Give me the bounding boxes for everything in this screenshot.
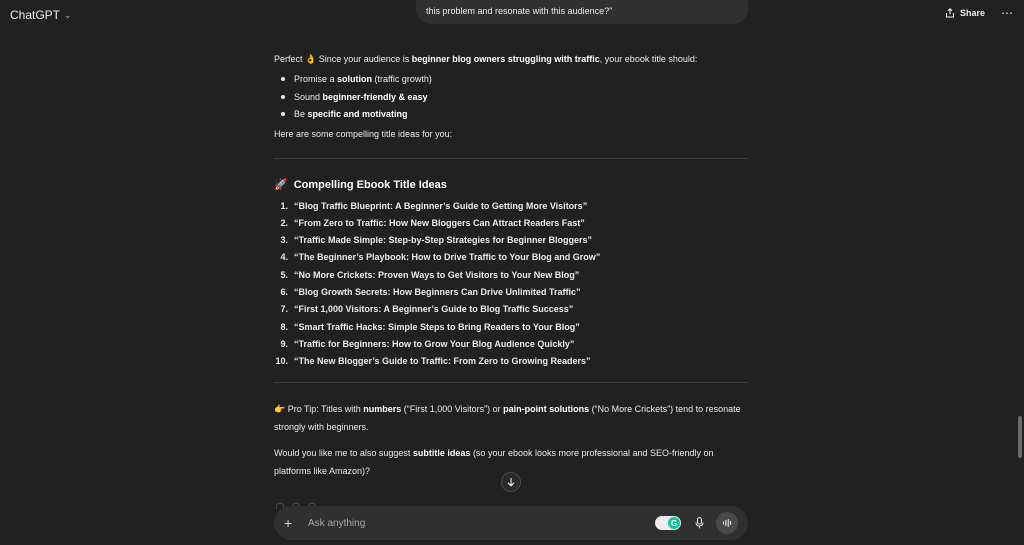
list-item: Be specific and motivating <box>274 108 748 126</box>
list-item: 10. “The New Blogger’s Guide to Traffic: … <box>275 356 591 367</box>
assistant-message: Perfect 👌 Since your audience is beginne… <box>274 53 748 480</box>
intro-bold: beginner blog owners struggling with tra… <box>411 54 600 64</box>
voice-mode-button[interactable] <box>716 512 738 534</box>
composer: + G <box>274 506 748 540</box>
share-label: Share <box>959 8 985 18</box>
header-actions: Share ⋯ <box>945 6 1014 20</box>
list-item: 4. “The Beginner’s Playbook: How to Drive… <box>280 252 601 263</box>
list-item: 8. “Smart Traffic Hacks: Simple Steps to … <box>280 321 580 332</box>
list-item: Promise a solution (traffic growth) <box>274 73 748 91</box>
list-item: 6. “Blog Growth Secrets: How Beginners Ca… <box>280 286 581 297</box>
chevron-down-icon: ⌄ <box>64 9 72 20</box>
user-message-text: this problem and resonate with this audi… <box>426 6 613 16</box>
list-item: 1. “Blog Traffic Blueprint: A Beginner’s … <box>280 200 588 211</box>
arrow-down-icon <box>507 478 515 487</box>
divider <box>274 157 748 159</box>
list-item: 2. “From Zero to Traffic: How New Blogger… <box>280 217 585 228</box>
scroll-to-bottom-button[interactable] <box>501 472 521 492</box>
list-item: Sound beginner-friendly & easy <box>274 91 748 109</box>
section-heading: 🚀 Compelling Ebook Title Ideas <box>274 178 748 192</box>
list-item: 9. “Traffic for Beginners: How to Grow Yo… <box>280 338 575 349</box>
list-item: 5. “No More Crickets: Proven Ways to Get … <box>280 269 580 280</box>
pro-tip: 👉 Pro Tip: Titles with numbers (“First 1… <box>274 404 741 432</box>
grammarly-icon: G <box>668 517 680 529</box>
intro-text: Perfect 👌 Since your audience is <box>274 54 412 64</box>
more-options-icon[interactable]: ⋯ <box>1001 6 1014 20</box>
list-item: 7. “First 1,000 Visitors: A Beginner’s Gu… <box>280 304 574 315</box>
share-icon <box>945 8 955 18</box>
microphone-icon <box>695 517 704 529</box>
intro-suffix: , your ebook title should: <box>599 54 698 64</box>
answer-intro: Perfect 👌 Since your audience is beginne… <box>274 53 748 66</box>
divider <box>274 382 748 384</box>
user-message-bubble: this problem and resonate with this audi… <box>416 0 748 24</box>
model-switcher[interactable]: ChatGPT ⌄ <box>10 6 72 24</box>
add-attachment-button[interactable]: + <box>284 515 300 531</box>
lead-in-text: Here are some compelling title ideas for… <box>274 128 453 139</box>
share-button[interactable]: Share <box>945 8 985 18</box>
section-title: Compelling Ebook Title Ideas <box>293 178 447 191</box>
title-ideas-list: 1. “Blog Traffic Blueprint: A Beginner’s … <box>274 200 748 373</box>
criteria-list: Promise a solution (traffic growth) Soun… <box>274 73 748 126</box>
voice-waveform-icon <box>722 518 732 528</box>
dictate-button[interactable] <box>695 517 704 529</box>
scrollbar-thumb[interactable] <box>1018 416 1022 458</box>
rocket-icon: 🚀 <box>274 178 288 191</box>
list-item: 3. “Traffic Made Simple: Step-by-Step Str… <box>280 235 593 246</box>
prompt-input[interactable] <box>308 517 655 529</box>
grammarly-button[interactable]: G <box>655 516 681 530</box>
model-label: ChatGPT <box>10 8 61 22</box>
chat-page: ChatGPT ⌄ Share ⋯ this problem and reson… <box>0 0 1024 545</box>
